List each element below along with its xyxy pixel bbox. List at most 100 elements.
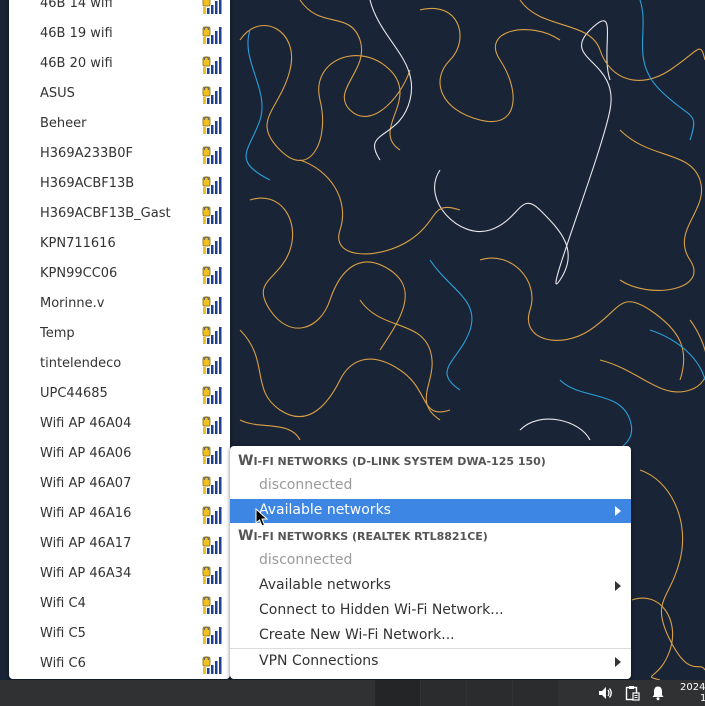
network-list-item[interactable]: ASUS [9, 80, 230, 110]
speaker-icon[interactable] [597, 685, 613, 701]
network-list-item[interactable]: tintelendeco [9, 350, 230, 380]
wifi-signal-lock-icon [202, 146, 222, 164]
network-list-item[interactable]: Wifi AP 46A16 [9, 500, 230, 530]
status-realtek-label: disconnected [259, 552, 353, 568]
network-name: Beheer [40, 116, 87, 131]
network-name: H369A233B0F [40, 146, 133, 161]
network-name: H369ACBF13B [40, 176, 135, 191]
available-networks-dlink[interactable]: Available networks [230, 499, 631, 523]
section-header-dlink: Wi-Fi Networks (D-Link System DWA-125 15… [230, 450, 631, 474]
network-list-item[interactable]: 46B 20 wifi [9, 50, 230, 80]
submenu-arrow-icon [615, 581, 621, 591]
network-name: Wifi AP 46A16 [40, 506, 132, 521]
connect-hidden-network-label: Connect to Hidden Wi-Fi Network... [259, 602, 504, 618]
network-list-item[interactable]: Wifi AP 46A04 [9, 410, 230, 440]
wifi-signal-lock-icon [202, 626, 222, 644]
network-name: Wifi AP 46A34 [40, 566, 132, 581]
network-name: ASUS [40, 86, 75, 101]
network-list-item[interactable]: 46B 14 wifi [9, 0, 230, 20]
network-name: 46B 14 wifi [40, 0, 113, 11]
wifi-signal-lock-icon [202, 656, 222, 674]
section-header-dlink-rest: i-Fi Networks (D-Link System DWA-125 150… [253, 455, 546, 468]
network-list-item[interactable]: Wifi AP 46A17 [9, 530, 230, 560]
network-name: UPC44685 [40, 386, 108, 401]
network-list-item[interactable]: H369ACBF13B [9, 170, 230, 200]
network-list-item[interactable]: Beheer [9, 110, 230, 140]
network-name: 46B 20 wifi [40, 56, 113, 71]
section-header-realtek: Wi-Fi Networks (Realtek RTL8821CE) [230, 525, 631, 549]
status-realtek: disconnected [230, 549, 631, 573]
network-name: H369ACBF13B_Gast [40, 206, 171, 221]
network-name: 46B 19 wifi [40, 26, 113, 41]
wifi-signal-lock-icon [202, 356, 222, 374]
wifi-signal-lock-icon [202, 26, 222, 44]
network-name: Wifi AP 46A07 [40, 476, 132, 491]
mouse-cursor-icon [255, 508, 269, 527]
vpn-connections-item[interactable]: VPN Connections [230, 650, 631, 674]
taskbar: 2024 1 [0, 680, 705, 706]
wifi-signal-lock-icon [202, 596, 222, 614]
network-name: Wifi AP 46A17 [40, 536, 132, 551]
network-list-item[interactable]: Wifi C5 [9, 620, 230, 650]
network-list-item[interactable]: H369A233B0F [9, 140, 230, 170]
menu-separator [230, 648, 631, 649]
clipboard-icon[interactable] [624, 685, 640, 701]
network-name: Wifi C6 [40, 656, 86, 671]
network-list-item[interactable]: Wifi AP 46A34 [9, 560, 230, 590]
network-name: Temp [40, 326, 75, 341]
submenu-arrow-icon [615, 657, 621, 667]
network-list-item[interactable]: KPN711616 [9, 230, 230, 260]
clock-date: 2024 [680, 682, 705, 693]
network-name: Wifi AP 46A06 [40, 446, 132, 461]
network-list-item[interactable]: Wifi C6 [9, 650, 230, 679]
wifi-signal-lock-icon [202, 416, 222, 434]
network-list-item[interactable]: Wifi AP 46A06 [9, 440, 230, 470]
clock[interactable]: 2024 1 [680, 682, 705, 704]
section-header-realtek-rest: i-Fi Networks (Realtek RTL8821CE) [253, 530, 488, 543]
network-list-item[interactable]: Wifi AP 46A07 [9, 470, 230, 500]
network-list-item[interactable]: 46B 19 wifi [9, 20, 230, 50]
network-list-item[interactable]: Wifi C4 [9, 590, 230, 620]
bell-icon[interactable] [650, 685, 666, 701]
available-networks-submenu: 46B 14 wifi 46B 19 wifi 46B 20 wifi ASUS Beh… [9, 0, 230, 679]
wifi-signal-lock-icon [202, 476, 222, 494]
wifi-signal-lock-icon [202, 446, 222, 464]
network-name: Wifi C5 [40, 626, 86, 641]
network-list-item[interactable]: Morinne.v [9, 290, 230, 320]
network-list-item[interactable]: UPC44685 [9, 380, 230, 410]
status-dlink-label: disconnected [259, 477, 353, 493]
available-networks-realtek[interactable]: Available networks [230, 574, 631, 598]
taskbar-button[interactable] [513, 680, 558, 706]
vpn-connections-label: VPN Connections [259, 653, 379, 669]
wifi-signal-lock-icon [202, 536, 222, 554]
network-list-item[interactable]: H369ACBF13B_Gast [9, 200, 230, 230]
network-list-item[interactable]: KPN99CC06 [9, 260, 230, 290]
status-dlink: disconnected [230, 474, 631, 498]
wifi-signal-lock-icon [202, 326, 222, 344]
wifi-signal-lock-icon [202, 0, 222, 14]
wifi-signal-lock-icon [202, 506, 222, 524]
wifi-signal-lock-icon [202, 566, 222, 584]
network-name: Morinne.v [40, 296, 105, 311]
network-name: Wifi AP 46A04 [40, 416, 132, 431]
wifi-signal-lock-icon [202, 116, 222, 134]
network-list-item[interactable]: Temp [9, 320, 230, 350]
taskbar-button[interactable] [421, 680, 466, 706]
network-name: Wifi C4 [40, 596, 86, 611]
wifi-signal-lock-icon [202, 236, 222, 254]
taskbar-button[interactable] [467, 680, 512, 706]
taskbar-button[interactable] [375, 680, 420, 706]
available-networks-realtek-label: Available networks [259, 577, 391, 593]
section-header-dlink-initial: W [238, 453, 254, 469]
network-name: tintelendeco [40, 356, 122, 371]
clock-time: 1 [700, 693, 705, 704]
wifi-signal-lock-icon [202, 206, 222, 224]
network-name: KPN99CC06 [40, 266, 118, 281]
connect-hidden-network-item[interactable]: Connect to Hidden Wi-Fi Network... [230, 599, 631, 623]
wifi-signal-lock-icon [202, 386, 222, 404]
create-new-network-item[interactable]: Create New Wi-Fi Network... [230, 624, 631, 648]
available-networks-dlink-label: Available networks [259, 502, 391, 518]
network-name: KPN711616 [40, 236, 116, 251]
network-menu: Wi-Fi Networks (D-Link System DWA-125 15… [230, 446, 631, 679]
wifi-signal-lock-icon [202, 296, 222, 314]
